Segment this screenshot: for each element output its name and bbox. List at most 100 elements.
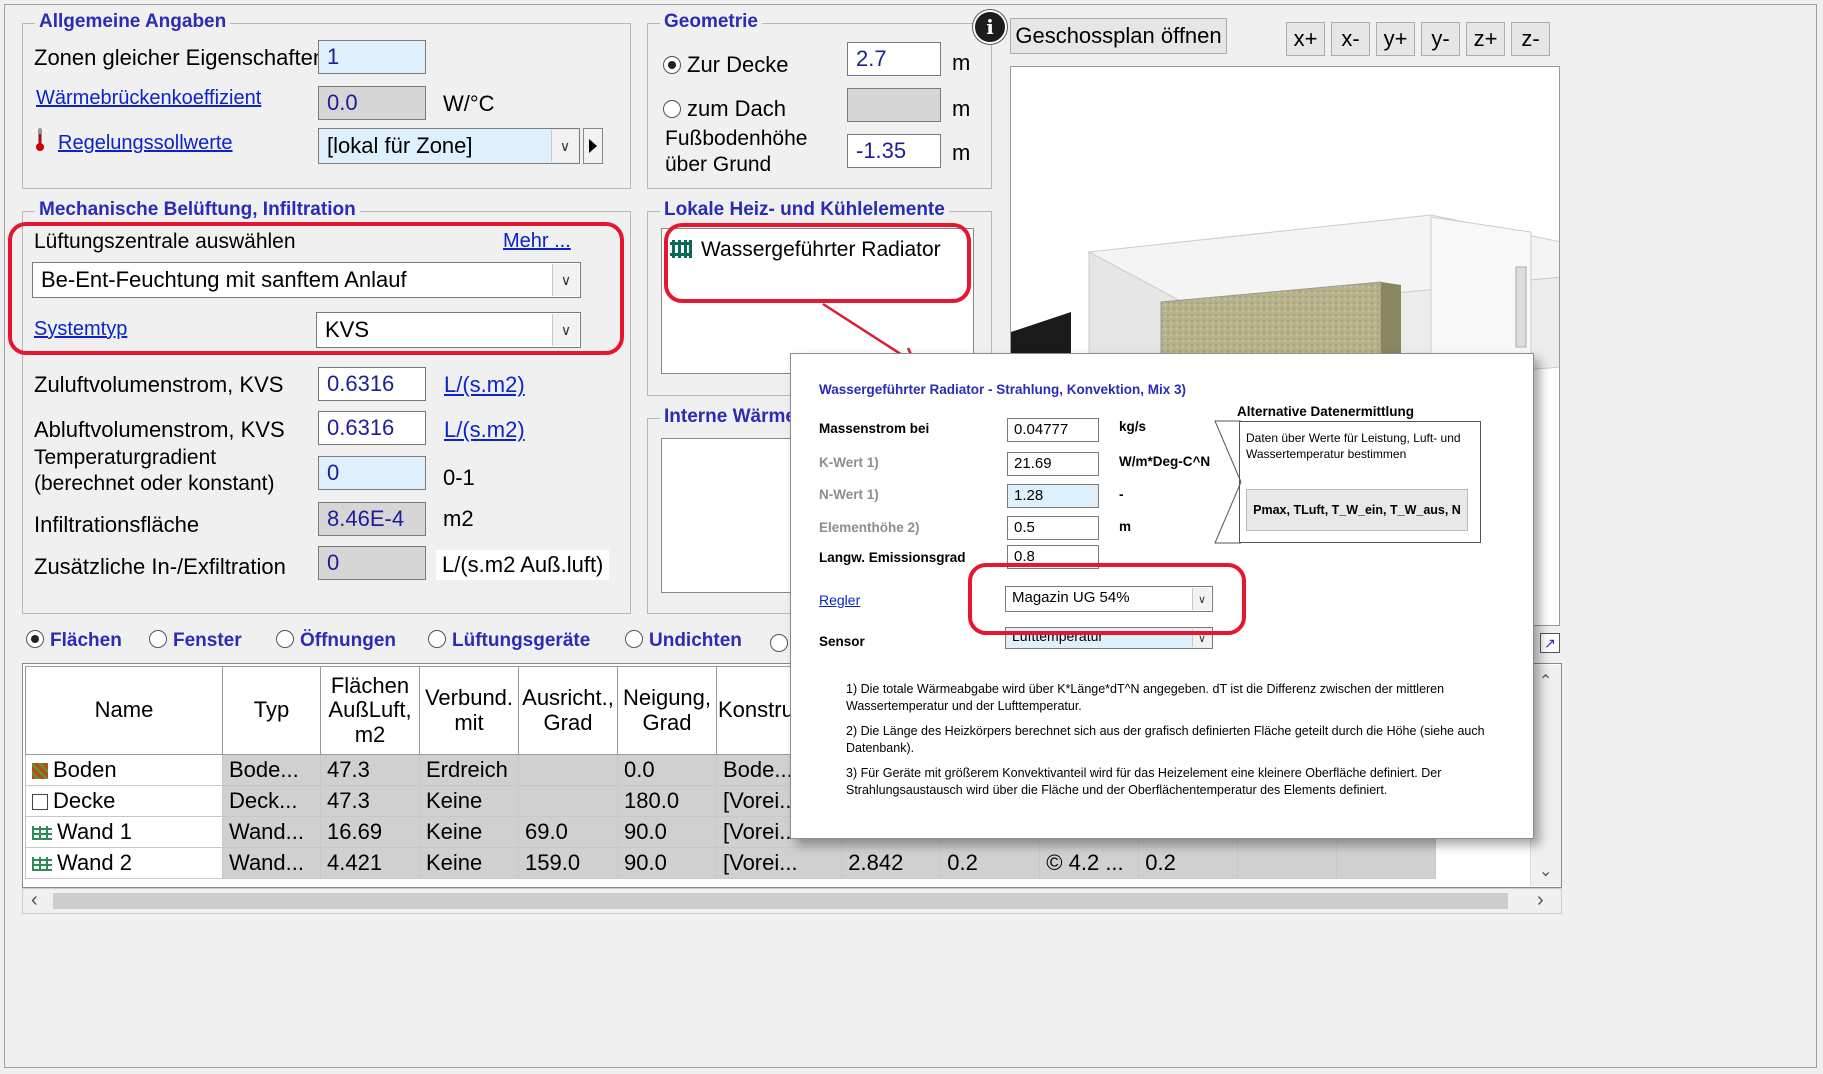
ceiling-input[interactable]: 2.7 [847, 42, 941, 76]
ceiling-label: Zur Decke [687, 52, 789, 77]
popup-title: Wassergeführter Radiator - Strahlung, Ko… [819, 382, 1187, 397]
local-elements-title: Lokale Heiz- und Kühlelemente [660, 199, 949, 221]
controller-link[interactable]: Regler [819, 592, 860, 608]
extra-infiltration-field: 0 [318, 546, 426, 580]
gradient-unit: 0-1 [443, 465, 475, 490]
emissivity-label: Langw. Emissionsgrad [819, 550, 966, 565]
mass-flow-input[interactable]: 0.04777 [1007, 418, 1099, 442]
floorplan-button[interactable]: Geschossplan öffnen [1010, 18, 1227, 54]
col-header-neigung[interactable]: Neigung, Grad [617, 666, 717, 755]
gradient-input[interactable]: 0 [318, 456, 426, 490]
n-value-input[interactable]: 1.28 [1007, 484, 1099, 508]
k-value-input[interactable]: 21.69 [1007, 452, 1099, 476]
scroll-thumb[interactable] [53, 893, 1508, 909]
row-typ: Wand... [222, 816, 321, 848]
radio-selected-icon [26, 630, 44, 648]
row-name: Wand 2 [57, 850, 133, 875]
ceiling-surface-icon [32, 794, 48, 810]
highlight-controller [968, 563, 1246, 635]
axis-yplus-button[interactable]: y+ [1376, 22, 1415, 56]
radio-lueftungsgeraete-label: Lüftungsgeräte [452, 630, 591, 651]
setpoints-value: [lokal für Zone] [327, 133, 473, 158]
row-verbund: Keine [419, 785, 519, 817]
scroll-right-icon[interactable]: › [1537, 889, 1544, 912]
roof-radio[interactable]: zum Dach [663, 96, 786, 122]
roof-input [847, 88, 941, 122]
axis-yminus-button[interactable]: y- [1421, 22, 1460, 56]
supply-label: Zuluftvolumenstrom, KVS [34, 372, 284, 397]
gradient-label-1: Temperaturgradient [34, 446, 217, 469]
horizontal-scrollbar[interactable]: ‹ › [22, 888, 1562, 914]
scroll-up-icon[interactable]: ⌃ [1539, 671, 1552, 691]
col-header-verbund[interactable]: Verbund. mit [419, 666, 519, 755]
exhaust-unit-link[interactable]: L/(s.m2) [444, 417, 525, 443]
internal-gains-title: Interne Wärme [660, 406, 800, 428]
exhaust-input[interactable]: 0.6316 [318, 411, 426, 445]
row-typ: Bode... [222, 754, 321, 786]
table-row[interactable]: Wand 2 Wand... 4.421 Keine 159.0 90.0 [V… [25, 847, 1437, 879]
scroll-down-icon[interactable]: ⌄ [1539, 861, 1552, 881]
floor-height-input[interactable]: -1.35 [847, 134, 941, 168]
expand-icon[interactable]: ↗ [1540, 633, 1560, 653]
supply-unit-link[interactable]: L/(s.m2) [444, 372, 525, 398]
radio-empty-icon [276, 630, 294, 648]
play-arrow-button[interactable] [583, 128, 603, 164]
supply-input[interactable]: 0.6316 [318, 367, 426, 401]
roof-label: zum Dach [687, 96, 787, 121]
axis-zplus-button[interactable]: z+ [1466, 22, 1505, 56]
ventilation-title: Mechanische Belüftung, Infiltration [35, 199, 360, 221]
alt-data-button[interactable]: Pmax, TLuft, T_W_ein, T_W_aus, N [1246, 489, 1468, 531]
extra-infiltration-unit: L/(s.m2 Auß.luft) [436, 550, 610, 580]
col-header-typ[interactable]: Typ [222, 666, 321, 755]
element-height-label: Elementhöhe 2) [819, 520, 920, 535]
radio-empty-icon [663, 100, 681, 118]
radio-fenster-label: Fenster [173, 630, 242, 651]
ceiling-radio[interactable]: Zur Decke [663, 52, 788, 78]
col-header-area[interactable]: Flächen AußLuft, m2 [320, 666, 420, 755]
thermal-bridge-link[interactable]: Wärmebrückenkoeffizient [36, 87, 261, 110]
row-area: 47.3 [320, 785, 420, 817]
row-neigung: 90.0 [617, 816, 717, 848]
row-name: Wand 1 [57, 819, 133, 844]
alt-data-title: Alternative Datenermittlung [1237, 404, 1415, 419]
row-verbund: Keine [419, 816, 519, 848]
radio-undichten[interactable]: Undichten [625, 630, 742, 652]
vertical-scrollbar[interactable]: ⌃ ⌄ [1530, 665, 1561, 886]
radio-oeffnungen[interactable]: Öffnungen [276, 630, 396, 652]
gradient-label-2: (berechnet oder konstant) [34, 472, 275, 495]
row-c4: 0.2 [1138, 847, 1239, 879]
scroll-left-icon[interactable]: ‹ [31, 889, 38, 912]
row-neigung: 0.0 [617, 754, 717, 786]
infiltration-label: Infiltrationsfläche [34, 512, 200, 537]
wall-surface-icon [32, 826, 52, 840]
axis-xplus-button[interactable]: x+ [1286, 22, 1325, 56]
axis-xminus-button[interactable]: x- [1331, 22, 1370, 56]
row-ausricht: 69.0 [518, 816, 618, 848]
zones-input[interactable]: 1 [318, 40, 426, 74]
row-area: 4.421 [320, 847, 420, 879]
mass-flow-unit: kg/s [1119, 419, 1147, 434]
row-konstruktion: [Vorei... [715, 847, 843, 879]
info-icon[interactable]: i [973, 10, 1007, 44]
element-height-input[interactable]: 0.5 [1007, 516, 1099, 540]
setpoints-link[interactable]: Regelungssollwerte [58, 132, 233, 155]
internal-gains-list[interactable] [661, 438, 811, 593]
radio-selected-icon [663, 56, 681, 74]
col-header-ausricht[interactable]: Ausricht., Grad [518, 666, 618, 755]
wall-surface-icon [32, 857, 52, 871]
exhaust-label: Abluftvolumenstrom, KVS [34, 417, 285, 442]
row-area: 47.3 [320, 754, 420, 786]
radio-empty-icon [625, 630, 643, 648]
axis-zminus-button[interactable]: z- [1511, 22, 1550, 56]
radio-fenster[interactable]: Fenster [149, 630, 242, 652]
mass-flow-label: Massenstrom bei [819, 421, 930, 436]
row-verbund: Erdreich [419, 754, 519, 786]
row-name: Boden [53, 757, 117, 782]
col-header-name[interactable]: Name [25, 666, 223, 755]
row-c1: 2.842 [841, 847, 942, 879]
setpoints-combo[interactable]: [lokal für Zone] ∨ [318, 128, 580, 164]
radio-flaechen[interactable]: Flächen [26, 630, 122, 652]
chevron-down-icon: ∨ [551, 130, 578, 162]
ceiling-unit: m [952, 50, 971, 75]
radio-lueftungsgeraete[interactable]: Lüftungsgeräte [428, 630, 590, 652]
